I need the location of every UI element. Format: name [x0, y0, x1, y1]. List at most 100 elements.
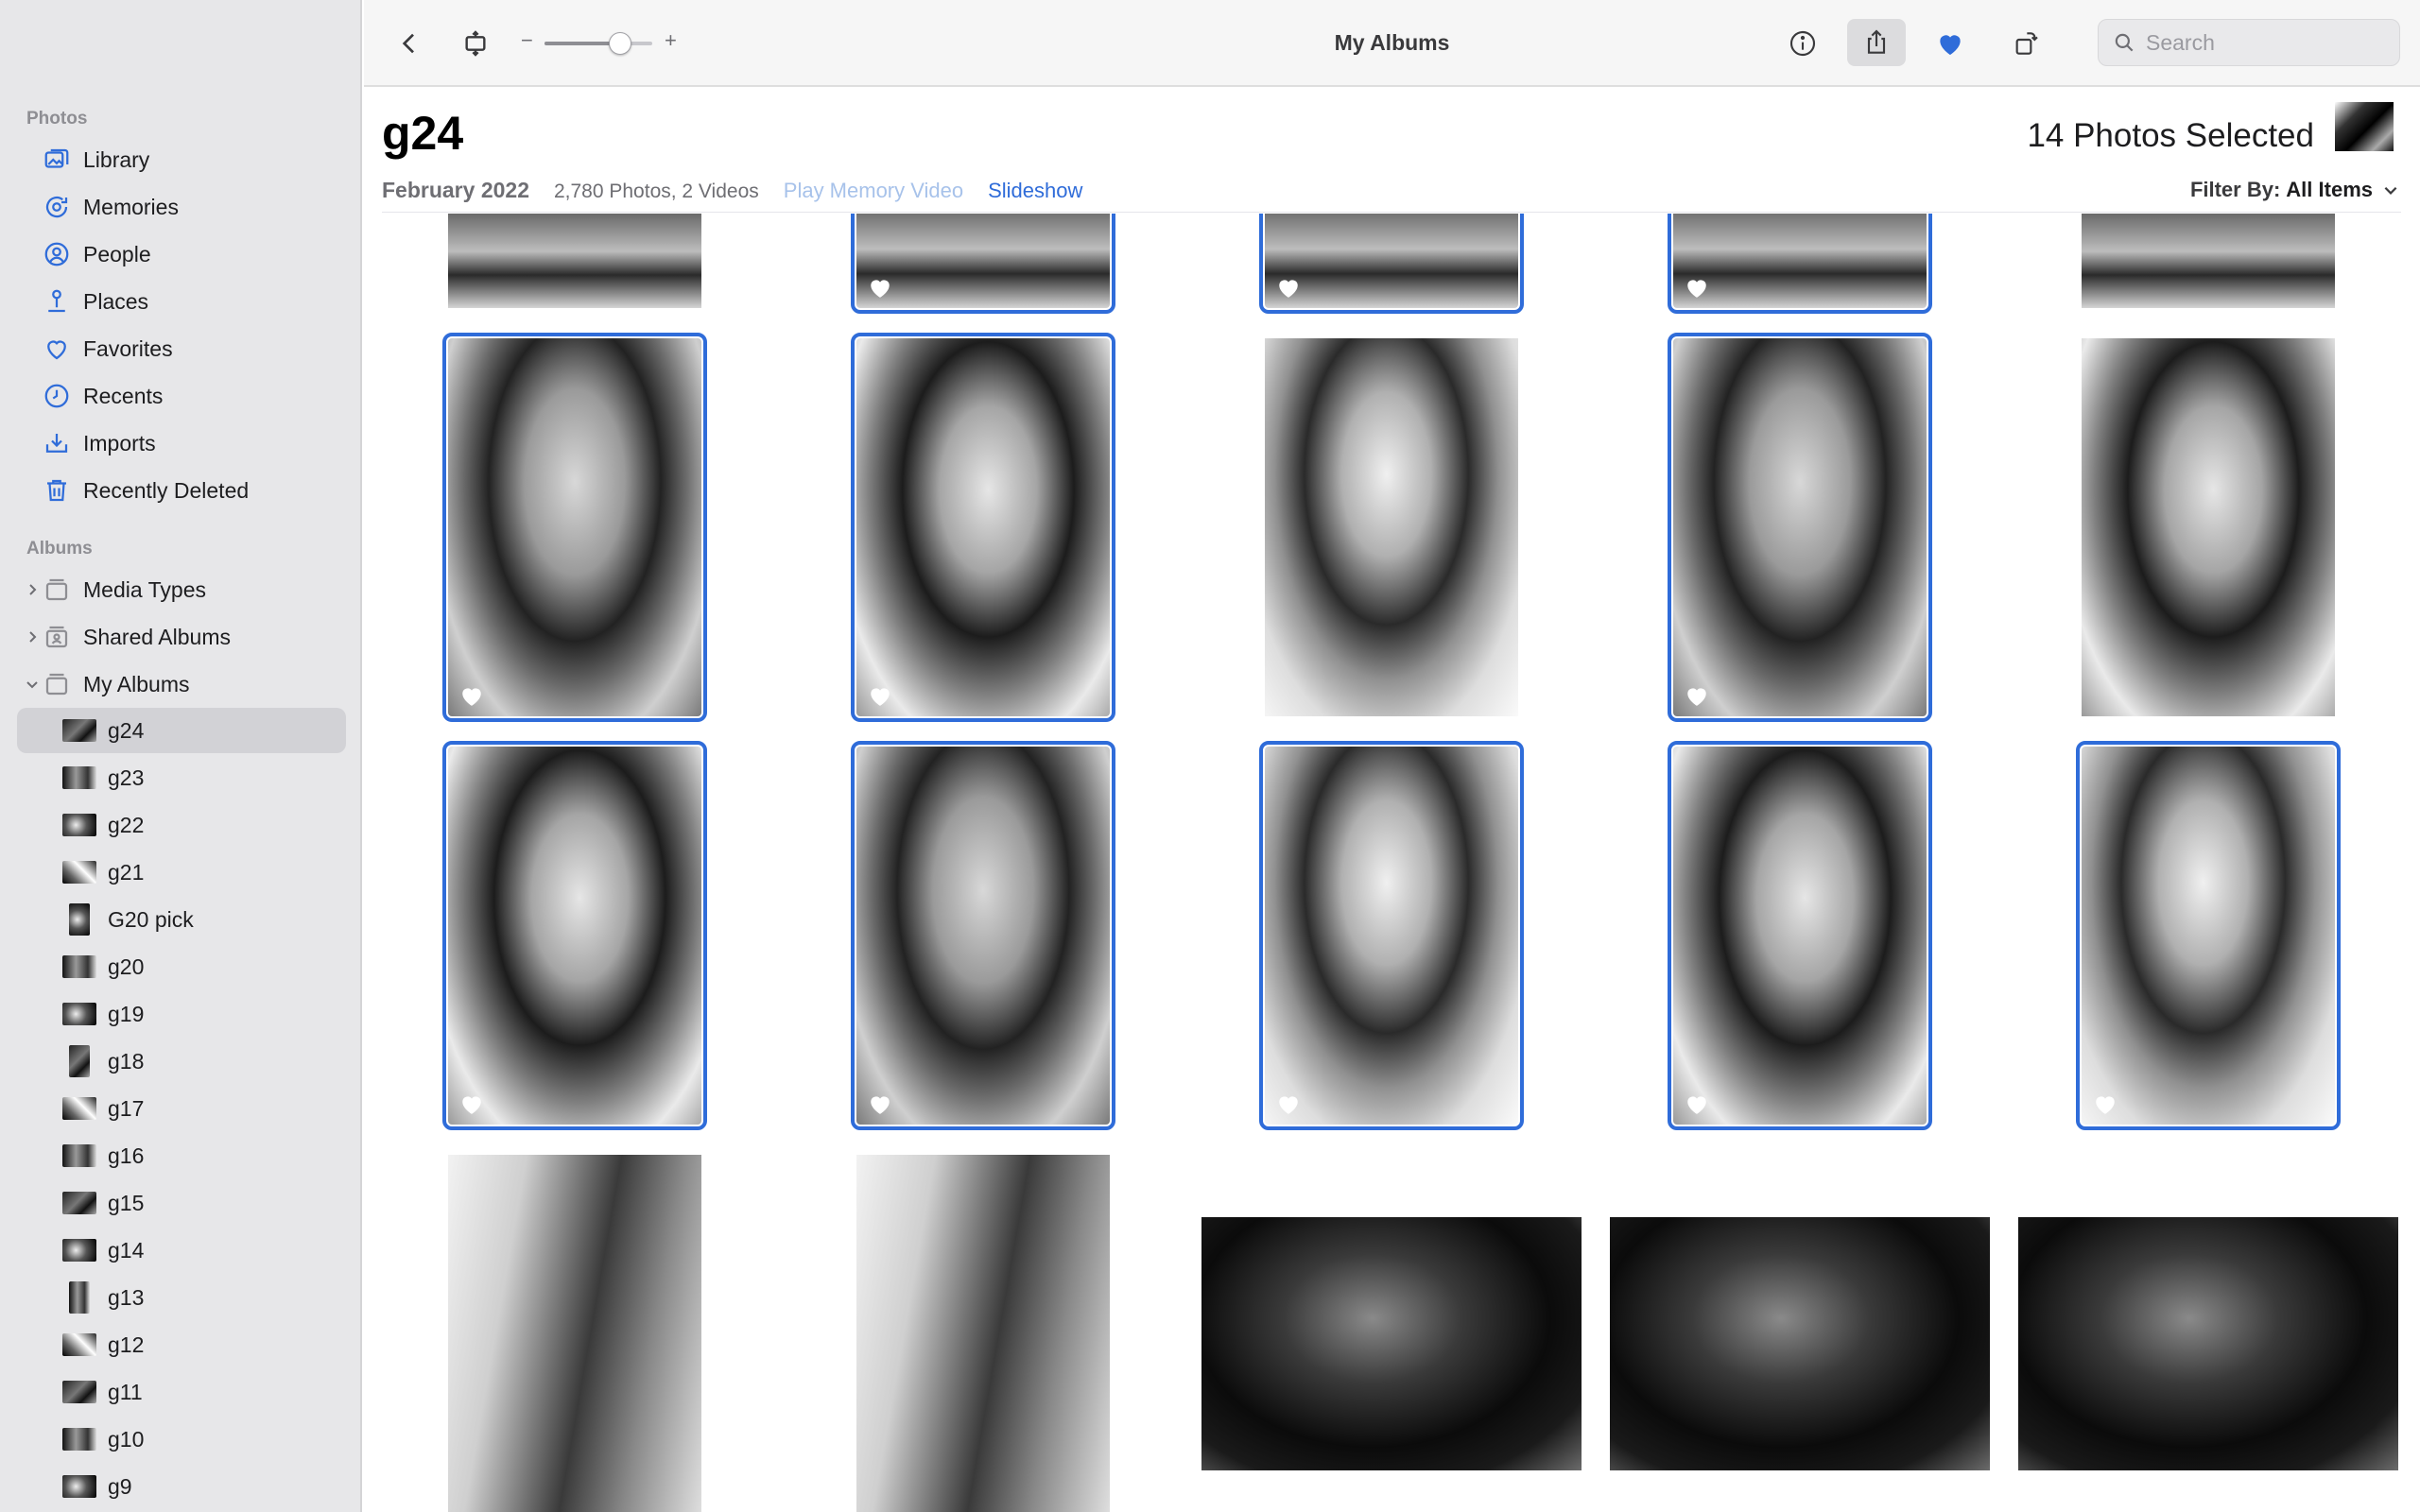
zoom-slider-knob[interactable]: [608, 32, 631, 55]
sidebar-item-label: Recents: [83, 383, 164, 408]
slideshow-link[interactable]: Slideshow: [988, 179, 1082, 203]
photo-thumbnail[interactable]: [851, 741, 1115, 1130]
heart-icon: [1685, 276, 1709, 299]
favorite-button[interactable]: [1929, 23, 1971, 64]
sidebar-album-g16[interactable]: g16: [17, 1133, 346, 1178]
info-button[interactable]: [1782, 23, 1824, 64]
sidebar-album-g24[interactable]: g24: [17, 708, 346, 753]
photo-thumbnail[interactable]: [851, 214, 1115, 314]
photo-thumbnail[interactable]: [448, 214, 701, 308]
chevron-down-icon[interactable]: [21, 673, 43, 696]
sidebar-album-g10[interactable]: g10: [17, 1417, 346, 1462]
rotate-button[interactable]: [2005, 23, 2047, 64]
photo-thumbnail[interactable]: [448, 1155, 701, 1512]
library-icon: [42, 145, 72, 175]
photo-thumbnail[interactable]: [851, 333, 1115, 722]
album-thumbnail: [62, 1144, 96, 1167]
sidebar-item-memories[interactable]: Memories: [17, 183, 346, 231]
sidebar-item-label: g19: [108, 1001, 145, 1026]
sidebar-item-label: Places: [83, 288, 149, 314]
sidebar-album-g15[interactable]: g15: [17, 1180, 346, 1226]
search-icon: [2115, 33, 2134, 52]
photo-thumbnail[interactable]: [1259, 741, 1524, 1130]
sidebar-item-recents[interactable]: Recents: [17, 372, 346, 420]
filter-dropdown[interactable]: Filter By: All Items: [2190, 178, 2399, 202]
sidebar-album-g20[interactable]: g20: [17, 944, 346, 989]
zoom-in-button[interactable]: +: [665, 28, 677, 53]
sidebar-album-g19[interactable]: g19: [17, 991, 346, 1037]
chevron-left-icon: [402, 33, 414, 54]
sidebar-album-g11[interactable]: g11: [17, 1369, 346, 1415]
chevron-right-icon[interactable]: [21, 626, 43, 648]
photo-thumbnail[interactable]: [442, 333, 707, 722]
zoom-slider[interactable]: [544, 42, 652, 45]
sidebar-item-label: g24: [108, 717, 145, 743]
photo-thumbnail[interactable]: [1610, 1217, 1990, 1470]
sidebar-item-favorites[interactable]: Favorites: [17, 325, 346, 372]
sidebar-item-places[interactable]: Places: [17, 278, 346, 325]
sidebar-album-g18[interactable]: g18: [17, 1039, 346, 1084]
sidebar-item-library[interactable]: Library: [17, 136, 346, 183]
zoom-out-button[interactable]: −: [521, 28, 533, 53]
photo-thumbnail[interactable]: [2076, 741, 2341, 1130]
photo-thumbnail[interactable]: [2082, 338, 2335, 716]
sidebar-album-g17[interactable]: g17: [17, 1086, 346, 1131]
sidebar-item-recently-deleted[interactable]: Recently Deleted: [17, 467, 346, 514]
sidebar-item-label: g12: [108, 1332, 145, 1357]
memories-icon: [42, 192, 72, 222]
sidebar-album-g22[interactable]: g22: [17, 802, 346, 848]
sidebar-item-label: Imports: [83, 430, 156, 455]
sidebar-item-imports[interactable]: Imports: [17, 420, 346, 467]
heart-icon: [1276, 276, 1301, 299]
sidebar-album-g21[interactable]: g21: [17, 850, 346, 895]
album-thumbnail: [62, 1003, 96, 1025]
sidebar-album-g12[interactable]: g12: [17, 1322, 346, 1367]
photo-thumbnail[interactable]: [1668, 214, 1932, 314]
photo-thumbnail[interactable]: [1259, 214, 1524, 314]
album-thumbnail: [62, 719, 96, 742]
photo-thumbnail[interactable]: [1668, 333, 1932, 722]
sidebar-item-label: Library: [83, 146, 150, 172]
sidebar-album-g23[interactable]: g23: [17, 755, 346, 800]
heart-icon: [2093, 1092, 2118, 1115]
sidebar-item-label: g14: [108, 1237, 145, 1263]
photo-thumbnail[interactable]: [1201, 1217, 1582, 1470]
sidebar-group-media-types[interactable]: Media Types: [17, 566, 346, 613]
album-date: February 2022: [382, 178, 529, 202]
album-thumbnail: [62, 1475, 96, 1498]
sidebar-album-g20-pick[interactable]: G20 pick: [17, 897, 346, 942]
sidebar-album-g9[interactable]: g9: [17, 1464, 346, 1509]
search-field[interactable]: [2098, 19, 2400, 66]
photo-thumbnail[interactable]: [1668, 741, 1932, 1130]
chevron-right-icon[interactable]: [21, 578, 43, 601]
play-memory-video-link[interactable]: Play Memory Video: [784, 179, 963, 203]
sidebar-item-label: Recently Deleted: [83, 477, 250, 503]
sidebar-item-label: g11: [108, 1379, 143, 1404]
heart-icon: [1685, 1092, 1709, 1115]
album-thumbnail: [62, 814, 96, 836]
sidebar-item-label: g10: [108, 1426, 145, 1452]
album-thumbnail: [62, 1333, 96, 1356]
photo-thumbnail[interactable]: [442, 741, 707, 1130]
filter-label: Filter By:: [2189, 178, 2281, 201]
toolbar: − + My Albums: [364, 0, 2420, 87]
search-input[interactable]: [2146, 29, 2392, 56]
photo-thumbnail[interactable]: [1265, 338, 1518, 716]
sidebar-item-people[interactable]: People: [17, 231, 346, 278]
aspect-icon: [465, 30, 486, 57]
sidebar-group-my-albums[interactable]: My Albums: [17, 661, 346, 708]
filter-value: All Items: [2286, 178, 2373, 201]
photo-thumbnail[interactable]: [2082, 214, 2335, 308]
sidebar-item-label: g22: [108, 812, 145, 837]
photo-thumbnail[interactable]: [2018, 1217, 2398, 1470]
sidebar-album-g14[interactable]: g14: [17, 1228, 346, 1273]
sidebar-group-shared-albums[interactable]: Shared Albums: [17, 613, 346, 661]
photo-thumbnail[interactable]: [856, 1155, 1110, 1512]
sidebar-album-g13[interactable]: g13: [17, 1275, 346, 1320]
sidebar-item-label: g9: [108, 1473, 132, 1499]
back-button[interactable]: [390, 25, 428, 62]
album-thumbnail: [62, 1239, 96, 1262]
album-thumbnail: [69, 1281, 90, 1314]
fit-aspect-button[interactable]: [457, 25, 494, 62]
share-button[interactable]: [1847, 19, 1906, 66]
